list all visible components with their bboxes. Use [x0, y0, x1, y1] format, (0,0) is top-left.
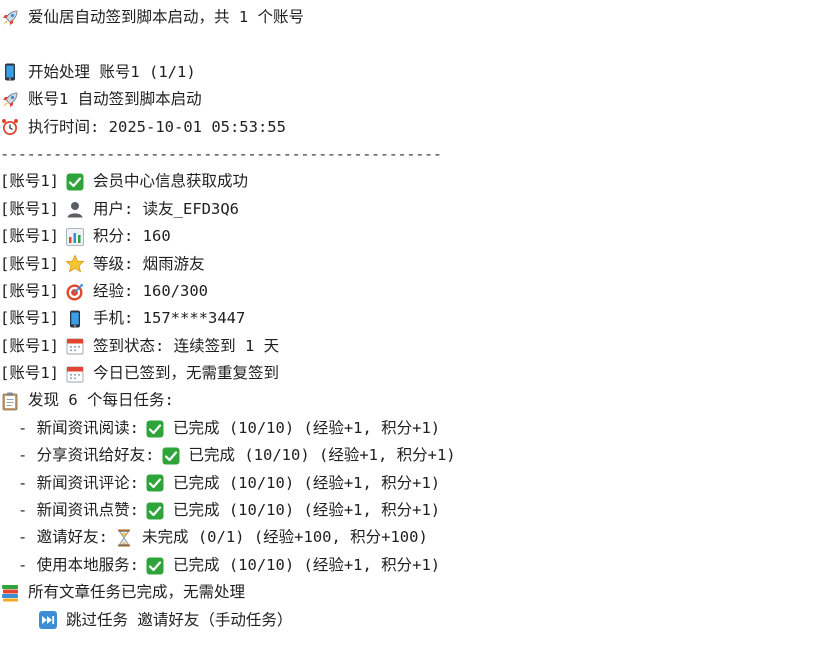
- task-item: - 新闻资讯点赞: 已完成 (10/10) (经验+1, 积分+1): [0, 497, 823, 524]
- log-line-start: 爱仙居自动签到脚本启动，共 1 个账号: [0, 4, 823, 31]
- account-prefix: [账号1]: [0, 172, 59, 191]
- account-prefix: [账号1]: [0, 199, 59, 218]
- account-prefix: [账号1]: [0, 336, 59, 355]
- log-line-level: [账号1] 等级: 烟雨游友: [0, 251, 823, 278]
- rocket-icon: [0, 90, 20, 110]
- task-status: 已完成 (10/10) (经验+1, 积分+1): [173, 501, 441, 520]
- account-prefix: [账号1]: [0, 281, 59, 300]
- calendar-icon: [65, 336, 85, 356]
- console-output: 爱仙居自动签到脚本启动，共 1 个账号 开始处理 账号1 (1/1) 账号1 自…: [0, 4, 823, 634]
- task-item: - 新闻资讯评论: 已完成 (10/10) (经验+1, 积分+1): [0, 470, 823, 497]
- bar-chart-icon: [65, 227, 85, 247]
- tasks-found-message: 发现 6 个每日任务:: [28, 391, 174, 410]
- separator-line: ----------------------------------------…: [0, 144, 442, 163]
- account-prefix: [账号1]: [0, 254, 59, 273]
- clipboard-icon: [0, 391, 20, 411]
- target-icon: [65, 282, 85, 302]
- articles-done-message: 所有文章任务已完成，无需处理: [28, 583, 246, 602]
- log-line-account-start: 账号1 自动签到脚本启动: [0, 86, 823, 113]
- task-status: 已完成 (10/10) (经验+1, 积分+1): [173, 473, 441, 492]
- log-line-processing: 开始处理 账号1 (1/1): [0, 59, 823, 86]
- task-status: 未完成 (0/1) (经验+100, 积分+100): [142, 528, 428, 547]
- check-icon: [145, 556, 165, 576]
- check-icon: [145, 501, 165, 521]
- log-line-signin-status: [账号1] 签到状态: 连续签到 1 天: [0, 333, 823, 360]
- log-line-articles-done: 所有文章任务已完成，无需处理: [0, 579, 823, 606]
- task-status: 已完成 (10/10) (经验+1, 积分+1): [173, 555, 441, 574]
- check-icon: [161, 446, 181, 466]
- rocket-icon: [0, 8, 20, 28]
- skip-task-message: 跳过任务 邀请好友（手动任务）: [66, 610, 293, 629]
- log-line-user: [账号1] 用户: 读友_EFD3Q6: [0, 196, 823, 223]
- account-prefix: [账号1]: [0, 364, 59, 383]
- task-item: - 邀请好友: 未完成 (0/1) (经验+100, 积分+100): [0, 524, 823, 551]
- log-line-exec-time: 执行时间: 2025-10-01 05:53:55: [0, 114, 823, 141]
- mobile-phone-icon: [65, 309, 85, 329]
- task-label: - 邀请好友:: [18, 528, 108, 547]
- task-status: 已完成 (10/10) (经验+1, 积分+1): [188, 446, 456, 465]
- account-prefix: [账号1]: [0, 309, 59, 328]
- member-info-message: 会员中心信息获取成功: [93, 172, 249, 191]
- task-item: - 使用本地服务: 已完成 (10/10) (经验+1, 积分+1): [0, 552, 823, 579]
- start-message: 爱仙居自动签到脚本启动，共 1 个账号: [28, 8, 304, 26]
- user-message: 用户: 读友_EFD3Q6: [93, 199, 239, 218]
- exec-time-message: 执行时间: 2025-10-01 05:53:55: [28, 117, 286, 136]
- log-line-exp: [账号1] 经验: 160/300: [0, 278, 823, 305]
- check-icon: [145, 419, 165, 439]
- log-line-member-info: [账号1] 会员中心信息获取成功: [0, 168, 823, 195]
- task-label: - 分享资讯给好友:: [18, 446, 155, 465]
- points-message: 积分: 160: [93, 227, 171, 246]
- hourglass-icon: [114, 528, 134, 548]
- person-silhouette-icon: [65, 199, 85, 219]
- signed-today-message: 今日已签到，无需重复签到: [93, 364, 280, 383]
- fast-forward-icon: [38, 610, 58, 630]
- log-line-signed-today: [账号1] 今日已签到，无需重复签到: [0, 360, 823, 387]
- mobile-phone-icon: [0, 62, 20, 82]
- star-icon: [65, 254, 85, 274]
- level-message: 等级: 烟雨游友: [93, 254, 205, 273]
- task-item: - 分享资讯给好友: 已完成 (10/10) (经验+1, 积分+1): [0, 442, 823, 469]
- check-icon: [65, 172, 85, 192]
- check-icon: [145, 473, 165, 493]
- phone-message: 手机: 157****3447: [93, 309, 246, 328]
- log-line-skip-task: 跳过任务 邀请好友（手动任务）: [0, 607, 823, 634]
- calendar-icon: [65, 364, 85, 384]
- task-label: - 新闻资讯评论:: [18, 473, 139, 492]
- log-line-tasks-found: 发现 6 个每日任务:: [0, 387, 823, 414]
- alarm-clock-icon: [0, 117, 20, 137]
- task-label: - 使用本地服务:: [18, 555, 139, 574]
- task-status: 已完成 (10/10) (经验+1, 积分+1): [173, 418, 441, 437]
- task-label: - 新闻资讯阅读:: [18, 418, 139, 437]
- processing-message: 开始处理 账号1 (1/1): [28, 62, 196, 81]
- task-item: - 新闻资讯阅读: 已完成 (10/10) (经验+1, 积分+1): [0, 415, 823, 442]
- log-line-phone: [账号1] 手机: 157****3447: [0, 305, 823, 332]
- books-icon: [0, 583, 20, 603]
- account-prefix: [账号1]: [0, 227, 59, 246]
- log-line-points: [账号1] 积分: 160: [0, 223, 823, 250]
- task-label: - 新闻资讯点赞:: [18, 501, 139, 520]
- signin-status-message: 签到状态: 连续签到 1 天: [93, 336, 280, 355]
- exp-message: 经验: 160/300: [93, 281, 208, 300]
- account-start-message: 账号1 自动签到脚本启动: [28, 90, 202, 109]
